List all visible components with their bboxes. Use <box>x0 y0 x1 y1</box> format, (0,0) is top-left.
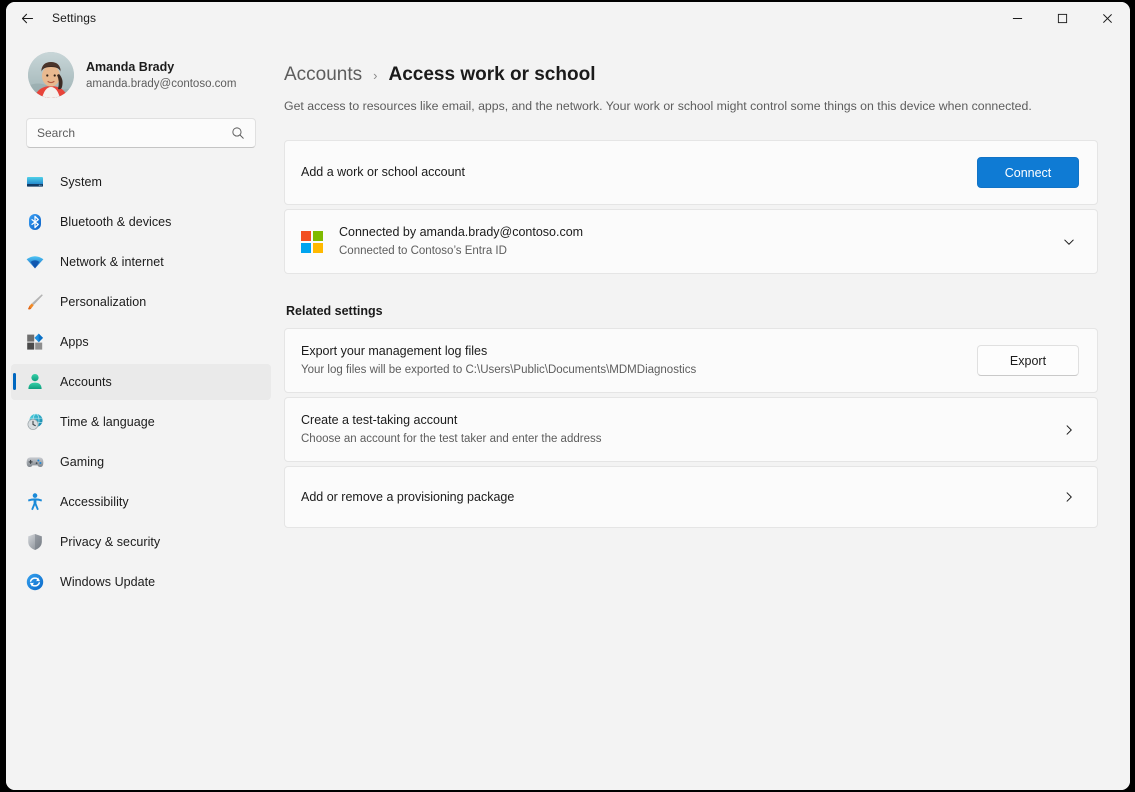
test-taking-account-card[interactable]: Create a test-taking account Choose an a… <box>284 397 1098 462</box>
sidebar-item-windows-update[interactable]: Windows Update <box>11 564 271 600</box>
profile-text: Amanda Brady amanda.brady@contoso.com <box>86 59 236 92</box>
add-account-text: Add a work or school account <box>301 154 977 191</box>
sidebar-item-time-language[interactable]: Time & language <box>11 404 271 440</box>
close-button[interactable] <box>1085 2 1130 34</box>
provisioning-package-text: Add or remove a provisioning package <box>301 479 1047 516</box>
apps-grid-icon <box>24 331 46 353</box>
profile-name: Amanda Brady <box>86 59 236 75</box>
test-taking-account-text: Create a test-taking account Choose an a… <box>301 402 1047 457</box>
search-icon <box>231 126 245 140</box>
globe-clock-icon <box>24 411 46 433</box>
export-logs-subtitle: Your log files will be exported to C:\Us… <box>301 362 977 378</box>
sidebar-item-label: Personalization <box>60 295 146 309</box>
connected-account-subtitle: Connected to Contoso’s Entra ID <box>339 243 1047 259</box>
breadcrumb-parent[interactable]: Accounts <box>284 64 362 86</box>
chevron-right-icon[interactable] <box>1059 423 1079 437</box>
maximize-icon <box>1057 13 1068 24</box>
minimize-icon <box>1012 13 1023 24</box>
export-button[interactable]: Export <box>977 345 1079 376</box>
breadcrumb: Accounts › Access work or school <box>284 64 1098 86</box>
sidebar-item-apps[interactable]: Apps <box>11 324 271 360</box>
test-taking-account-subtitle: Choose an account for the test taker and… <box>301 431 1047 447</box>
update-refresh-icon <box>24 571 46 593</box>
search-wrapper <box>6 102 276 148</box>
sidebar-item-gaming[interactable]: Gaming <box>11 444 271 480</box>
paintbrush-icon <box>24 291 46 313</box>
shield-icon <box>24 531 46 553</box>
provisioning-package-card[interactable]: Add or remove a provisioning package <box>284 466 1098 528</box>
avatar-photo-icon <box>28 52 74 98</box>
add-account-card: Add a work or school account Connect <box>284 140 1098 205</box>
back-button[interactable] <box>10 3 44 33</box>
close-icon <box>1102 13 1113 24</box>
sidebar-item-bluetooth-devices[interactable]: Bluetooth & devices <box>11 204 271 240</box>
sidebar-item-label: Apps <box>60 335 89 349</box>
avatar <box>28 52 74 98</box>
sidebar-item-personalization[interactable]: Personalization <box>11 284 271 320</box>
sidebar-item-label: Windows Update <box>60 575 155 589</box>
related-settings-heading: Related settings <box>286 304 1098 318</box>
profile-section[interactable]: Amanda Brady amanda.brady@contoso.com <box>6 34 276 102</box>
window-controls <box>995 2 1130 34</box>
provisioning-package-title: Add or remove a provisioning package <box>301 489 1047 506</box>
connect-button[interactable]: Connect <box>977 157 1079 188</box>
microsoft-logo-icon <box>301 231 323 253</box>
sidebar-item-label: Privacy & security <box>60 535 160 549</box>
maximize-button[interactable] <box>1040 2 1085 34</box>
app-title: Settings <box>52 11 96 25</box>
chevron-right-icon[interactable] <box>1059 490 1079 504</box>
connected-account-title: Connected by amanda.brady@contoso.com <box>339 224 1047 241</box>
sidebar-item-privacy-security[interactable]: Privacy & security <box>11 524 271 560</box>
monitor-icon <box>24 171 46 193</box>
sidebar: Amanda Brady amanda.brady@contoso.com <box>6 34 276 790</box>
sidebar-item-label: Time & language <box>60 415 155 429</box>
connected-account-text: Connected by amanda.brady@contoso.com Co… <box>339 214 1047 269</box>
page-description: Get access to resources like email, apps… <box>284 96 1069 116</box>
sidebar-item-network-internet[interactable]: Network & internet <box>11 244 271 280</box>
sidebar-item-accounts[interactable]: Accounts <box>11 364 271 400</box>
search-input[interactable] <box>37 126 231 140</box>
chevron-down-icon[interactable] <box>1059 235 1079 249</box>
sidebar-item-label: System <box>60 175 102 189</box>
connected-account-card[interactable]: Connected by amanda.brady@contoso.com Co… <box>284 209 1098 274</box>
sidebar-nav: System Bluetooth & devices <box>6 164 276 790</box>
sidebar-item-accessibility[interactable]: Accessibility <box>11 484 271 520</box>
breadcrumb-separator: › <box>373 68 377 83</box>
title-bar: Settings <box>6 2 1130 34</box>
add-account-title: Add a work or school account <box>301 164 977 181</box>
back-arrow-icon <box>20 11 35 26</box>
bluetooth-icon <box>24 211 46 233</box>
test-taking-account-title: Create a test-taking account <box>301 412 1047 429</box>
wifi-icon <box>24 251 46 273</box>
settings-window: Settings <box>6 2 1130 790</box>
sidebar-item-label: Bluetooth & devices <box>60 215 171 229</box>
profile-email: amanda.brady@contoso.com <box>86 76 236 92</box>
sidebar-item-label: Accessibility <box>60 495 129 509</box>
export-logs-card: Export your management log files Your lo… <box>284 328 1098 393</box>
main-content: Accounts › Access work or school Get acc… <box>276 34 1130 790</box>
page-title: Access work or school <box>389 64 596 86</box>
person-icon <box>24 371 46 393</box>
accessibility-icon <box>24 491 46 513</box>
export-logs-title: Export your management log files <box>301 343 977 360</box>
minimize-button[interactable] <box>995 2 1040 34</box>
sidebar-item-label: Gaming <box>60 455 104 469</box>
sidebar-item-label: Accounts <box>60 375 112 389</box>
export-logs-text: Export your management log files Your lo… <box>301 333 977 388</box>
search-box[interactable] <box>26 118 256 148</box>
sidebar-item-system[interactable]: System <box>11 164 271 200</box>
gamepad-icon <box>24 451 46 473</box>
sidebar-item-label: Network & internet <box>60 255 164 269</box>
